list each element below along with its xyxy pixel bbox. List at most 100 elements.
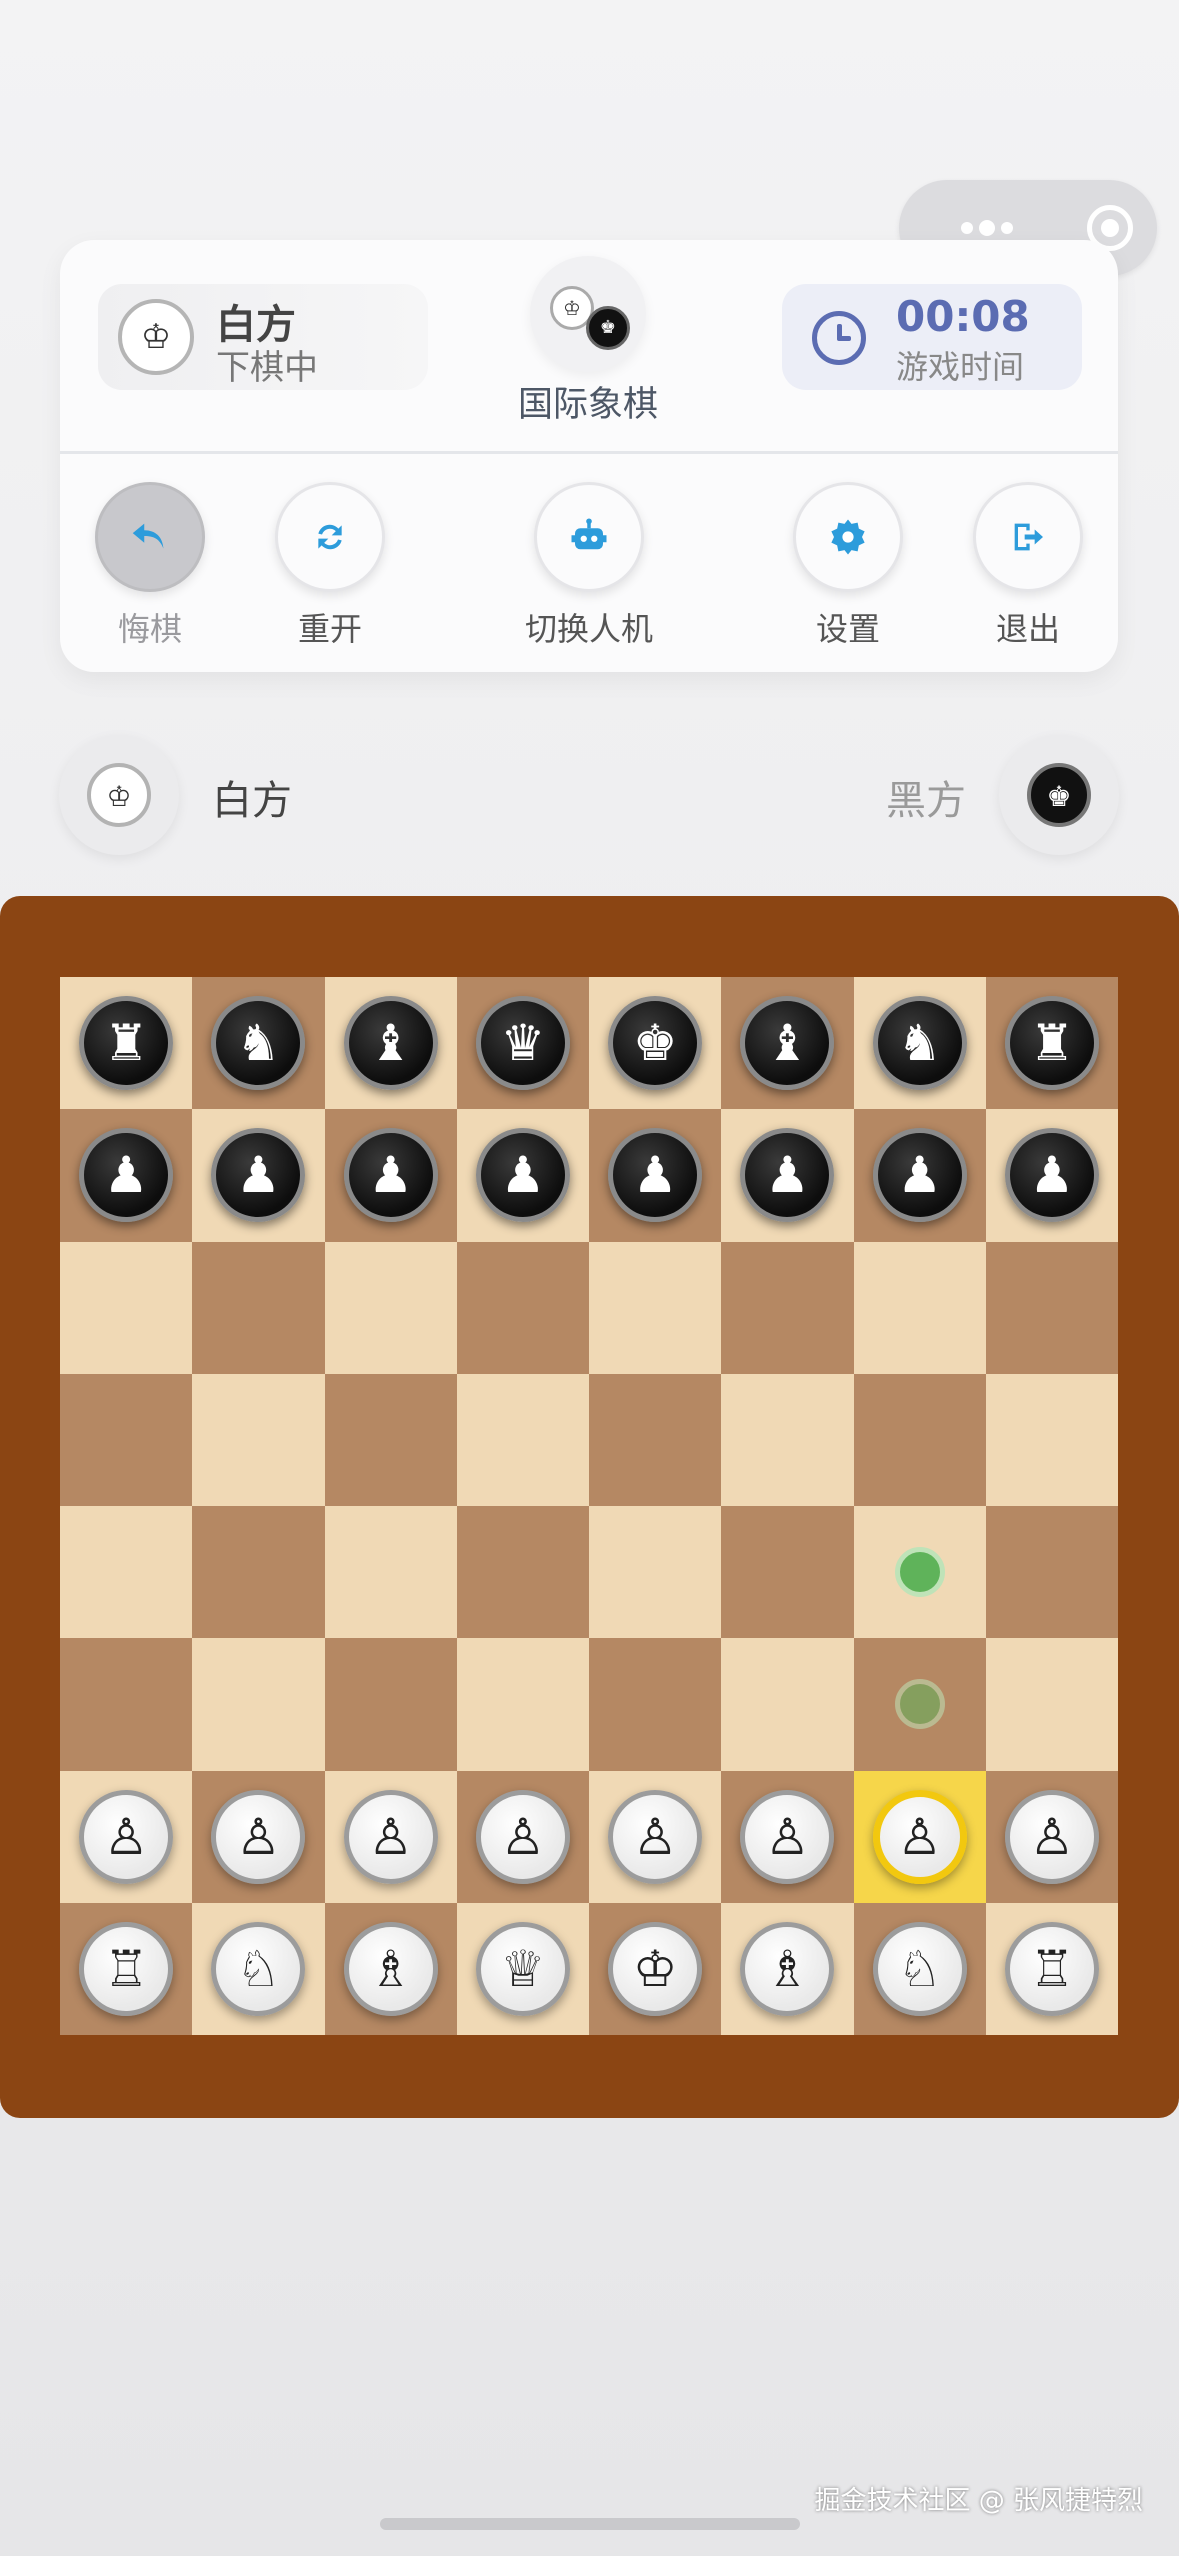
square-f8[interactable]: ♝ bbox=[721, 977, 854, 1110]
black-pawn-piece[interactable]: ♟ bbox=[872, 1128, 967, 1223]
square-h1[interactable]: ♖ bbox=[985, 1902, 1118, 2035]
black-pawn-piece[interactable]: ♟ bbox=[608, 1128, 703, 1223]
square-h6[interactable] bbox=[985, 1241, 1118, 1374]
black-pawn-piece[interactable]: ♟ bbox=[79, 1128, 174, 1223]
square-a1[interactable]: ♖ bbox=[60, 1902, 193, 2035]
square-b7[interactable]: ♟ bbox=[192, 1109, 325, 1242]
black-knight-piece[interactable]: ♞ bbox=[211, 996, 306, 1091]
white-rook-piece[interactable]: ♖ bbox=[79, 1921, 174, 2016]
square-g7[interactable]: ♟ bbox=[853, 1109, 986, 1242]
square-e6[interactable] bbox=[589, 1241, 722, 1374]
square-c2[interactable]: ♙ bbox=[324, 1770, 457, 1903]
exit-button[interactable]: 退出 bbox=[953, 482, 1103, 650]
square-g4[interactable] bbox=[853, 1506, 986, 1639]
white-pawn-piece[interactable]: ♙ bbox=[211, 1789, 306, 1884]
switch-ai-button[interactable]: 切换人机 bbox=[499, 482, 679, 650]
square-c3[interactable] bbox=[324, 1638, 457, 1771]
square-g3[interactable] bbox=[853, 1638, 986, 1771]
square-e3[interactable] bbox=[589, 1638, 722, 1771]
square-h7[interactable]: ♟ bbox=[985, 1109, 1118, 1242]
square-f5[interactable] bbox=[721, 1373, 854, 1506]
square-e2[interactable]: ♙ bbox=[589, 1770, 722, 1903]
square-d8[interactable]: ♛ bbox=[456, 977, 589, 1110]
square-h3[interactable] bbox=[985, 1638, 1118, 1771]
white-queen-piece[interactable]: ♕ bbox=[475, 1921, 570, 2016]
black-bishop-piece[interactable]: ♝ bbox=[740, 996, 835, 1091]
square-e1[interactable]: ♔ bbox=[589, 1902, 722, 2035]
square-d1[interactable]: ♕ bbox=[456, 1902, 589, 2035]
square-a2[interactable]: ♙ bbox=[60, 1770, 193, 1903]
square-h4[interactable] bbox=[985, 1506, 1118, 1639]
square-b4[interactable] bbox=[192, 1506, 325, 1639]
square-e8[interactable]: ♚ bbox=[589, 977, 722, 1110]
square-d5[interactable] bbox=[456, 1373, 589, 1506]
white-pawn-piece[interactable]: ♙ bbox=[608, 1789, 703, 1884]
black-bishop-piece[interactable]: ♝ bbox=[343, 996, 438, 1091]
restart-button[interactable]: 重开 bbox=[255, 482, 405, 650]
move-hint-dot[interactable] bbox=[894, 1547, 945, 1598]
square-f4[interactable] bbox=[721, 1506, 854, 1639]
black-pawn-piece[interactable]: ♟ bbox=[740, 1128, 835, 1223]
square-d2[interactable]: ♙ bbox=[456, 1770, 589, 1903]
black-pawn-piece[interactable]: ♟ bbox=[475, 1128, 570, 1223]
square-g8[interactable]: ♞ bbox=[853, 977, 986, 1110]
square-f3[interactable] bbox=[721, 1638, 854, 1771]
square-e4[interactable] bbox=[589, 1506, 722, 1639]
square-a4[interactable] bbox=[60, 1506, 193, 1639]
square-h2[interactable]: ♙ bbox=[985, 1770, 1118, 1903]
white-pawn-piece[interactable]: ♙ bbox=[79, 1789, 174, 1884]
white-bishop-piece[interactable]: ♗ bbox=[343, 1921, 438, 2016]
white-king-piece[interactable]: ♔ bbox=[608, 1921, 703, 2016]
square-b1[interactable]: ♘ bbox=[192, 1902, 325, 2035]
white-pawn-piece[interactable]: ♙ bbox=[872, 1789, 967, 1884]
square-c4[interactable] bbox=[324, 1506, 457, 1639]
square-a8[interactable]: ♜ bbox=[60, 977, 193, 1110]
square-a3[interactable] bbox=[60, 1638, 193, 1771]
more-menu-icon[interactable] bbox=[961, 220, 1013, 236]
move-hint-dot[interactable] bbox=[894, 1679, 945, 1730]
white-pawn-piece[interactable]: ♙ bbox=[475, 1789, 570, 1884]
square-b5[interactable] bbox=[192, 1373, 325, 1506]
square-b8[interactable]: ♞ bbox=[192, 977, 325, 1110]
square-f7[interactable]: ♟ bbox=[721, 1109, 854, 1242]
square-e5[interactable] bbox=[589, 1373, 722, 1506]
settings-button[interactable]: 设置 bbox=[773, 482, 923, 650]
square-g2[interactable]: ♙ bbox=[853, 1770, 986, 1903]
chess-board[interactable]: ♜ ♞ ♝ ♛ ♚ ♝ ♞ ♜ ♟ ♟ ♟ ♟ ♟ ♟ ♟ ♟ ♙ ♙ ♙ ♙ ♙ ♙ ♙ ♙ ♖ ♘ ♗ ♕ ♔ ♗ ♘ ♖ bbox=[60, 977, 1118, 2035]
square-a5[interactable] bbox=[60, 1373, 193, 1506]
white-pawn-piece[interactable]: ♙ bbox=[1004, 1789, 1099, 1884]
black-pawn-piece[interactable]: ♟ bbox=[211, 1128, 306, 1223]
square-g1[interactable]: ♘ bbox=[853, 1902, 986, 2035]
square-h5[interactable] bbox=[985, 1373, 1118, 1506]
square-d4[interactable] bbox=[456, 1506, 589, 1639]
square-e7[interactable]: ♟ bbox=[589, 1109, 722, 1242]
black-king-piece[interactable]: ♚ bbox=[608, 996, 703, 1091]
home-indicator[interactable] bbox=[380, 2518, 800, 2530]
white-pawn-piece[interactable]: ♙ bbox=[343, 1789, 438, 1884]
undo-button[interactable]: 悔棋 bbox=[75, 482, 225, 650]
black-pawn-piece[interactable]: ♟ bbox=[343, 1128, 438, 1223]
square-b3[interactable] bbox=[192, 1638, 325, 1771]
white-knight-piece[interactable]: ♘ bbox=[211, 1921, 306, 2016]
black-knight-piece[interactable]: ♞ bbox=[872, 996, 967, 1091]
square-c6[interactable] bbox=[324, 1241, 457, 1374]
square-f6[interactable] bbox=[721, 1241, 854, 1374]
square-b2[interactable]: ♙ bbox=[192, 1770, 325, 1903]
black-rook-piece[interactable]: ♜ bbox=[1004, 996, 1099, 1091]
white-pawn-piece[interactable]: ♙ bbox=[740, 1789, 835, 1884]
square-h8[interactable]: ♜ bbox=[985, 977, 1118, 1110]
square-c7[interactable]: ♟ bbox=[324, 1109, 457, 1242]
white-bishop-piece[interactable]: ♗ bbox=[740, 1921, 835, 2016]
square-c5[interactable] bbox=[324, 1373, 457, 1506]
square-c1[interactable]: ♗ bbox=[324, 1902, 457, 2035]
black-rook-piece[interactable]: ♜ bbox=[79, 996, 174, 1091]
square-a7[interactable]: ♟ bbox=[60, 1109, 193, 1242]
square-g5[interactable] bbox=[853, 1373, 986, 1506]
black-queen-piece[interactable]: ♛ bbox=[475, 996, 570, 1091]
square-d7[interactable]: ♟ bbox=[456, 1109, 589, 1242]
square-d6[interactable] bbox=[456, 1241, 589, 1374]
black-pawn-piece[interactable]: ♟ bbox=[1004, 1128, 1099, 1223]
white-rook-piece[interactable]: ♖ bbox=[1004, 1921, 1099, 2016]
square-d3[interactable] bbox=[456, 1638, 589, 1771]
square-g6[interactable] bbox=[853, 1241, 986, 1374]
